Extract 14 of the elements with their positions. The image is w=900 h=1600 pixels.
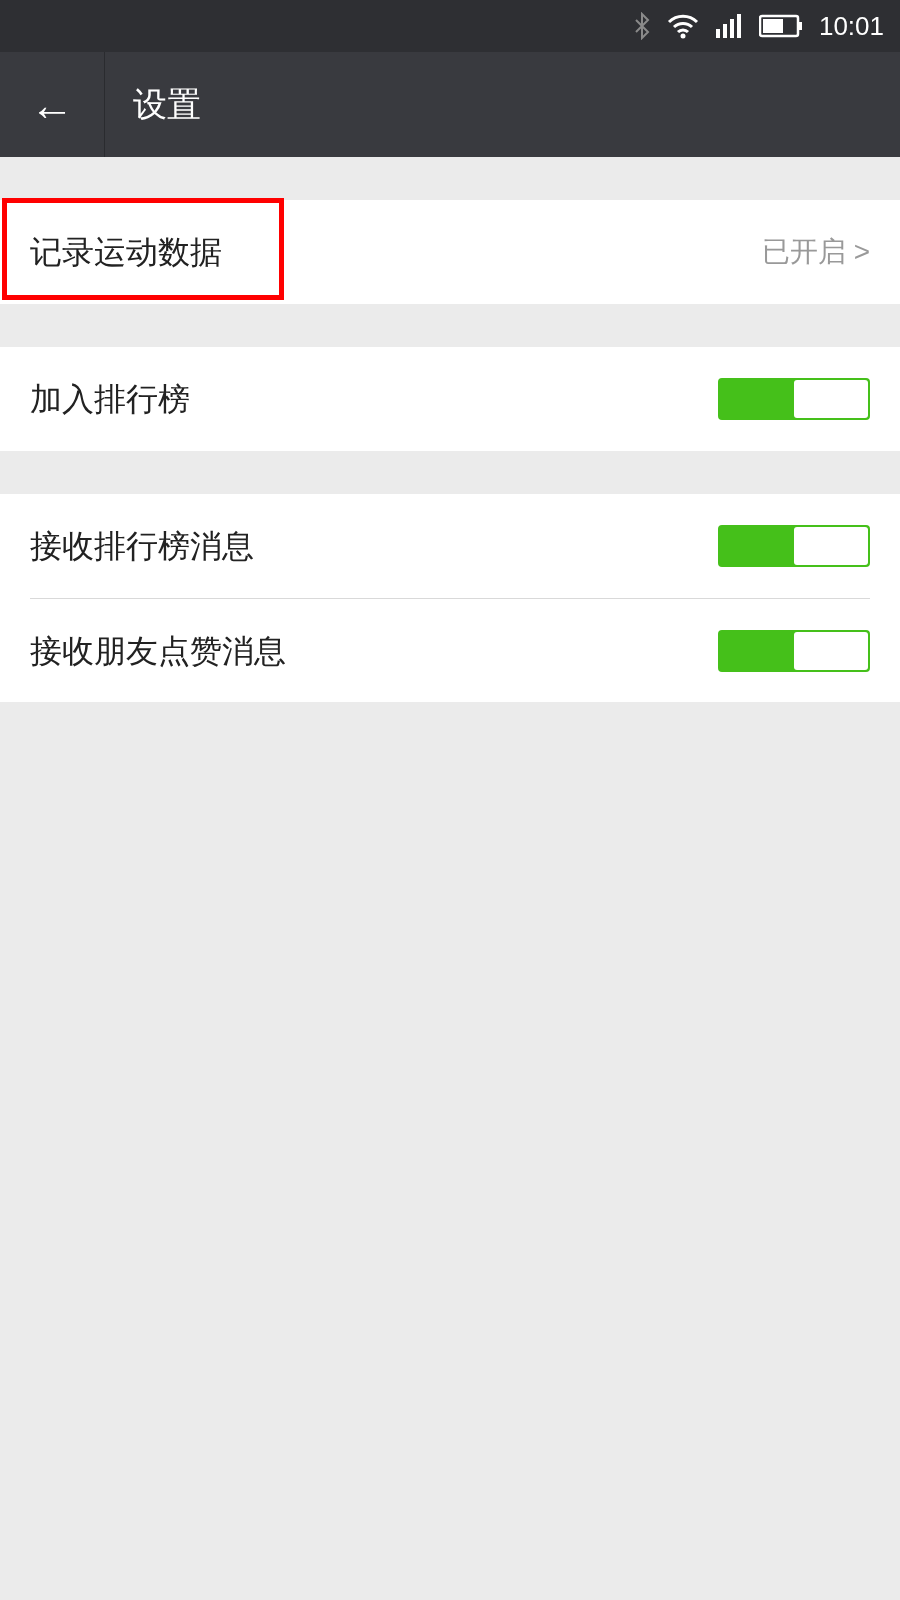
toggle-switch[interactable] [718, 378, 870, 420]
signal-icon [714, 14, 743, 38]
battery-icon [758, 14, 803, 38]
back-button[interactable]: ← [0, 52, 105, 157]
setting-label: 加入排行榜 [30, 380, 190, 419]
page-title: 设置 [133, 84, 201, 125]
toggle-switch[interactable] [718, 629, 870, 672]
toggle-switch[interactable] [718, 525, 870, 567]
setting-label: 记录运动数据 [30, 233, 222, 272]
wifi-icon [666, 13, 699, 39]
setting-label: 接收排行榜消息 [30, 527, 254, 566]
bluetooth-icon [632, 12, 651, 40]
setting-label: 接收朋友点赞消息 [30, 631, 286, 671]
status-time: 10:01 [818, 9, 884, 43]
